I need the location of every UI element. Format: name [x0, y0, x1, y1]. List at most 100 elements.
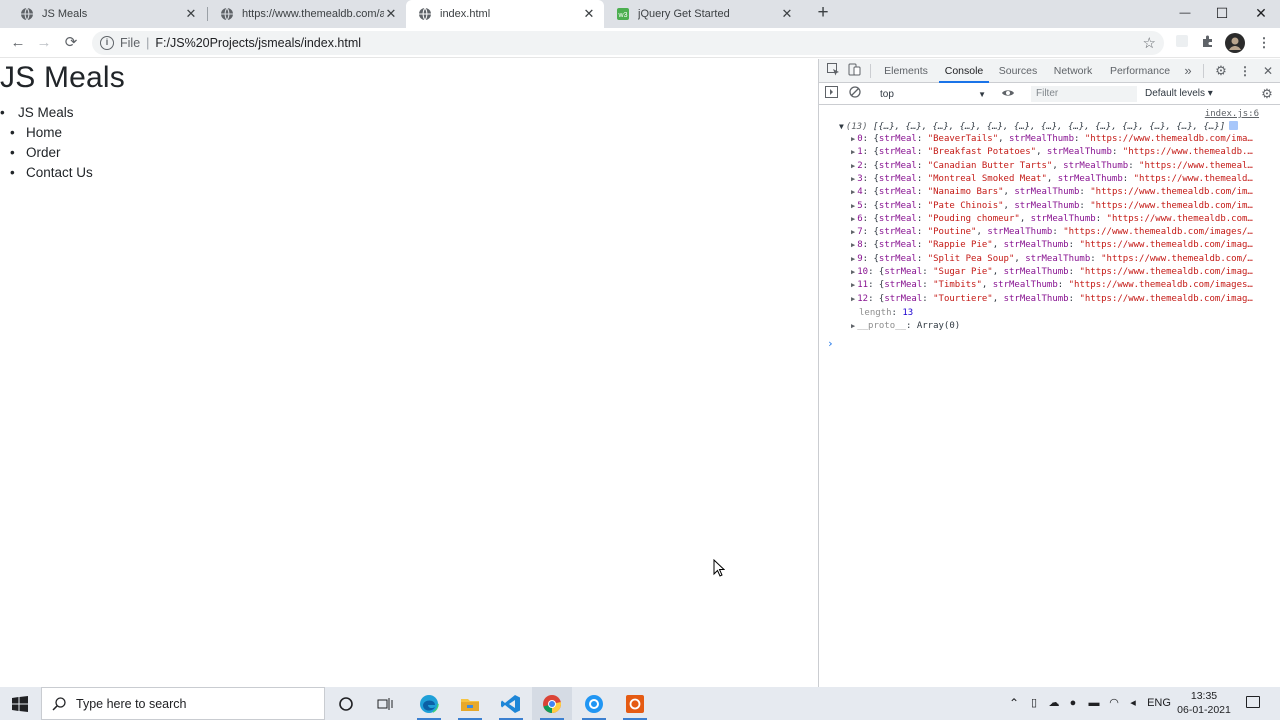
expand-triangle-icon[interactable]: ▶: [851, 268, 855, 276]
tab-jquery-get-started[interactable]: w3 jQuery Get Started ✕: [604, 0, 802, 28]
expand-triangle-icon[interactable]: ▶: [851, 322, 855, 330]
console-array-entry[interactable]: ▶ 1: {strMeal: "Breakfast Potatoes", strM…: [851, 147, 1259, 157]
address-bar[interactable]: i File | F:/JS%20Projects/jsmeals/index.…: [92, 31, 1164, 55]
cortana-icon[interactable]: [326, 687, 366, 720]
console-array-entry[interactable]: ▶ 9: {strMeal: "Split Pea Soup", strMealT…: [851, 254, 1259, 264]
expand-triangle-icon[interactable]: ▶: [851, 162, 855, 170]
chrome-icon[interactable]: [532, 687, 572, 720]
tray-cloud-icon[interactable]: ☁: [1045, 687, 1063, 720]
menu-dots-icon[interactable]: ⋮: [1255, 34, 1273, 52]
reload-button[interactable]: ⟳: [60, 32, 82, 54]
console-array-entry[interactable]: ▶ 2: {strMeal: "Canadian Butter Tarts", s…: [851, 161, 1259, 171]
console-array-entry[interactable]: ▶ 11: {strMeal: "Timbits", strMealThumb: …: [851, 280, 1259, 290]
expand-triangle-icon[interactable]: ▶: [851, 215, 855, 223]
close-devtools-icon[interactable]: ✕: [1260, 63, 1276, 79]
console-filter-input[interactable]: Filter: [1031, 86, 1137, 102]
tab-themealdb[interactable]: https://www.themealdb.com/ap ✕: [208, 0, 406, 28]
close-icon[interactable]: ✕: [582, 6, 596, 22]
expand-triangle-icon[interactable]: ▶: [851, 202, 855, 210]
entry-thumb-value: "https://www.themealdb.com/im…: [1090, 200, 1253, 211]
app-blue-gear-icon[interactable]: [574, 687, 614, 720]
taskbar-clock[interactable]: 13:35 06-01-2021: [1176, 689, 1232, 717]
console-array-entry[interactable]: ▶ 6: {strMeal: "Pouding chomeur", strMeal…: [851, 214, 1259, 224]
source-link[interactable]: index.js:6: [1205, 109, 1259, 119]
vscode-icon[interactable]: [491, 687, 531, 720]
expand-triangle-icon[interactable]: ▶: [851, 135, 855, 143]
tab-network[interactable]: Network: [1049, 59, 1097, 83]
tray-mic-icon[interactable]: ●: [1065, 687, 1081, 720]
console-array-summary[interactable]: ▼ (13) [{…}, {…}, {…}, {…}, {…}, {…}, {…}…: [839, 121, 1239, 132]
tray-battery-icon[interactable]: ▬: [1085, 687, 1103, 720]
maximize-button[interactable]: ☐: [1203, 0, 1241, 28]
windows-start-icon[interactable]: [0, 687, 40, 720]
inspect-element-icon[interactable]: [825, 63, 841, 79]
console-array-entry[interactable]: ▶ 7: {strMeal: "Poutine", strMealThumb: "…: [851, 227, 1259, 237]
address-url[interactable]: F:/JS%20Projects/jsmeals/index.html: [155, 36, 361, 50]
expand-triangle-icon[interactable]: ▶: [851, 188, 855, 196]
back-button[interactable]: ←: [7, 32, 29, 54]
profile-avatar-icon[interactable]: [1225, 33, 1245, 53]
extension-placeholder-icon[interactable]: [1173, 34, 1191, 52]
language-indicator[interactable]: ENG: [1145, 687, 1173, 720]
file-explorer-icon[interactable]: [450, 687, 490, 720]
expand-triangle-icon[interactable]: ▶: [851, 228, 855, 236]
extensions-puzzle-icon[interactable]: [1199, 34, 1217, 52]
tab-index-html[interactable]: index.html ✕: [406, 0, 604, 28]
expand-triangle-icon[interactable]: ▼: [839, 122, 844, 131]
close-icon[interactable]: ✕: [780, 6, 794, 22]
tray-chevron-up-icon[interactable]: ⌃: [1006, 687, 1022, 720]
clear-console-icon[interactable]: [847, 86, 863, 102]
sidebar-toggle-icon[interactable]: [823, 86, 839, 102]
window-close-button[interactable]: ✕: [1242, 0, 1280, 28]
expand-triangle-icon[interactable]: ▶: [851, 148, 855, 156]
console-prompt-icon[interactable]: ›: [827, 337, 834, 350]
live-expression-eye-icon[interactable]: [1000, 86, 1016, 102]
console-array-entry[interactable]: ▶ 8: {strMeal: "Rappie Pie", strMealThumb…: [851, 240, 1259, 250]
tab-console[interactable]: Console: [939, 59, 989, 83]
device-toolbar-icon[interactable]: [846, 63, 862, 79]
tab-js-meals[interactable]: JS Meals ✕: [8, 0, 206, 28]
forward-button[interactable]: →: [33, 32, 55, 54]
console-array-entry[interactable]: ▶ 4: {strMeal: "Nanaimo Bars", strMealThu…: [851, 187, 1259, 197]
settings-gear-icon[interactable]: ⚙: [1213, 63, 1229, 79]
taskbar-search-box[interactable]: Type here to search: [41, 687, 325, 720]
console-array-entry[interactable]: ▶ 3: {strMeal: "Montreal Smoked Meat", st…: [851, 174, 1259, 184]
console-array-entry[interactable]: ▶ 5: {strMeal: "Pate Chinois", strMealThu…: [851, 201, 1259, 211]
tab-elements[interactable]: Elements: [881, 59, 931, 83]
new-tab-button[interactable]: +: [813, 3, 833, 25]
context-selector[interactable]: top ▼: [875, 86, 989, 102]
entry-index: 11: [857, 280, 869, 291]
close-icon[interactable]: ✕: [184, 6, 198, 22]
nav-brand[interactable]: JS Meals: [0, 103, 93, 123]
notification-center-icon[interactable]: [1246, 696, 1260, 708]
devtools-menu-icon[interactable]: ⋮: [1237, 63, 1253, 79]
page-viewport: JS Meals JS Meals Home Order Contact Us: [0, 59, 818, 687]
expand-triangle-icon[interactable]: ▶: [851, 255, 855, 263]
screen-recorder-icon[interactable]: [615, 687, 655, 720]
task-view-icon[interactable]: [366, 687, 406, 720]
expand-triangle-icon[interactable]: ▶: [851, 295, 855, 303]
tab-performance[interactable]: Performance: [1109, 59, 1171, 83]
expand-triangle-icon[interactable]: ▶: [851, 241, 855, 249]
expand-triangle-icon[interactable]: ▶: [851, 281, 855, 289]
bookmark-star-icon[interactable]: ☆: [1143, 34, 1156, 52]
close-icon[interactable]: ✕: [384, 6, 398, 22]
expand-triangle-icon[interactable]: ▶: [851, 175, 855, 183]
more-tabs-chevron-icon[interactable]: »: [1181, 59, 1195, 83]
console-array-entry[interactable]: ▶ 0: {strMeal: "BeaverTails", strMealThum…: [851, 134, 1259, 144]
nav-link-home[interactable]: Home: [0, 123, 93, 143]
tab-sources[interactable]: Sources: [995, 59, 1041, 83]
log-levels-dropdown[interactable]: Default levels ▾: [1145, 86, 1213, 102]
tray-wifi-icon[interactable]: ◠: [1105, 687, 1123, 720]
info-icon[interactable]: i: [100, 36, 114, 50]
console-settings-gear-icon[interactable]: ⚙: [1259, 86, 1275, 102]
minimize-button[interactable]: —: [1166, 0, 1204, 28]
nav-link-contact[interactable]: Contact Us: [0, 163, 93, 183]
edge-browser-icon[interactable]: [409, 687, 449, 720]
tray-device-icon[interactable]: ▯: [1026, 687, 1042, 720]
nav-link-order[interactable]: Order: [0, 143, 93, 163]
console-array-entry[interactable]: ▶ 12: {strMeal: "Tourtiere", strMealThumb…: [851, 294, 1259, 304]
array-proto-row[interactable]: ▶ __proto__: Array(0): [851, 321, 1259, 331]
tray-volume-icon[interactable]: ◂: [1125, 687, 1141, 720]
console-array-entry[interactable]: ▶ 10: {strMeal: "Sugar Pie", strMealThumb…: [851, 267, 1259, 277]
